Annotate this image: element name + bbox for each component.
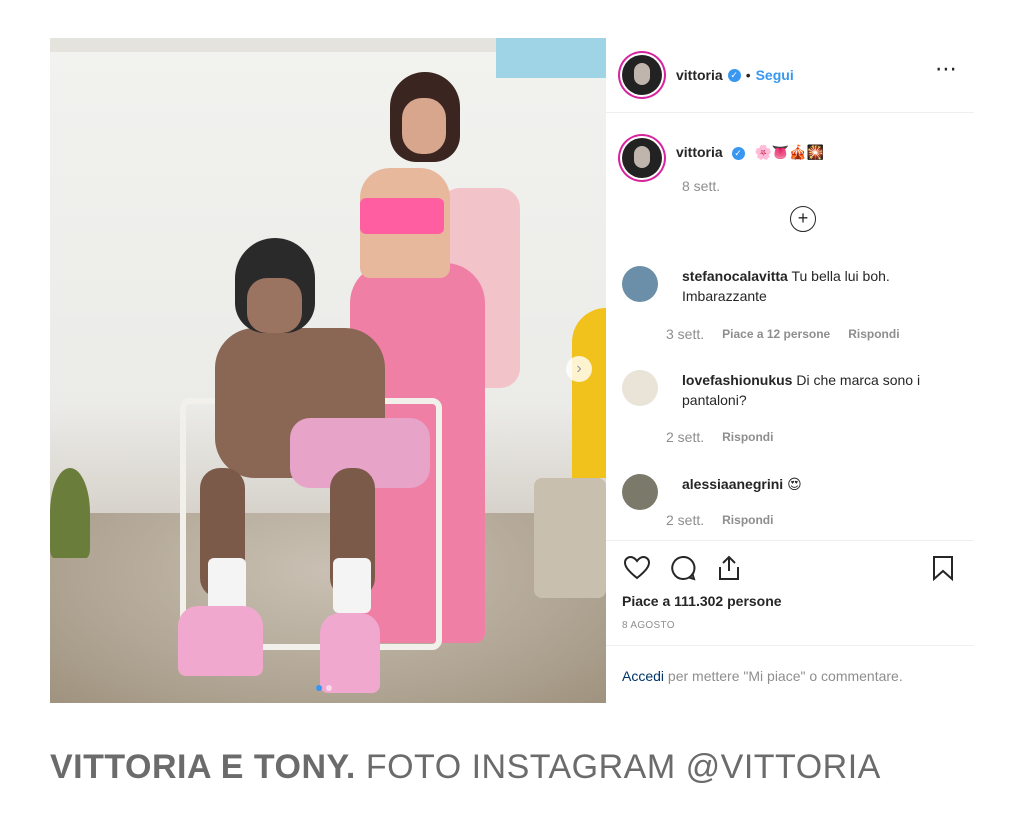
sky [496, 38, 606, 78]
sock-left [208, 558, 246, 613]
reply-button[interactable]: Rispondi [848, 327, 899, 341]
yellow-wall [572, 308, 606, 478]
photo-credit: VITTORIA E TONY. FOTO INSTAGRAM @VITTORI… [50, 748, 881, 787]
comment-avatar[interactable] [622, 266, 658, 302]
plant [50, 468, 90, 558]
comment-meta: 2 sett. Rispondi [666, 429, 773, 445]
post-header: vittoria ✓ • Segui ⋯ [606, 38, 974, 113]
post-actions: Piace a 111.302 persone 8 AGOSTO Accedi … [606, 540, 974, 684]
post-photo[interactable]: › [50, 38, 606, 703]
comment-avatar[interactable] [622, 474, 658, 510]
comment-username[interactable]: lovefashionukus [682, 372, 792, 388]
credit-rest: FOTO INSTAGRAM @VITTORIA [355, 748, 881, 786]
comment-item: stefanocalavitta Tu bella lui boh. Imbar… [622, 266, 962, 306]
more-options-icon[interactable]: ⋯ [935, 56, 958, 82]
separator: • [745, 67, 751, 83]
login-link[interactable]: Accedi [622, 668, 664, 684]
verified-icon: ✓ [731, 146, 745, 160]
comment-meta: 2 sett. Rispondi [666, 512, 773, 528]
likes-count[interactable]: Piace a 111.302 persone [622, 593, 782, 609]
carousel-dots [316, 685, 332, 691]
sock-right [333, 558, 371, 613]
comment-time: 2 sett. [666, 512, 705, 528]
comment-time: 3 sett. [666, 326, 705, 342]
follow-button[interactable]: Segui [756, 67, 794, 83]
avatar[interactable] [622, 55, 662, 95]
share-icon[interactable] [714, 553, 744, 583]
woman-face [402, 98, 446, 154]
comment-username[interactable]: stefanocalavitta [682, 268, 788, 284]
login-text: per mettere "Mi piace" o commentare. [664, 668, 903, 684]
post-panel: vittoria ✓ • Segui ⋯ vittoria ✓ 🌸👅🎪🎇 8 s… [606, 38, 974, 703]
reply-button[interactable]: Rispondi [722, 430, 773, 444]
man-face [247, 278, 302, 333]
comment-item: lovefashionukus Di che marca sono i pant… [622, 370, 962, 410]
expand-comments-icon[interactable]: + [790, 206, 816, 232]
caption-avatar[interactable] [622, 138, 662, 178]
comment-meta: 3 sett. Piace a 12 persone Rispondi [666, 326, 900, 342]
caption: vittoria ✓ 🌸👅🎪🎇 [606, 134, 824, 178]
caption-username[interactable]: vittoria [676, 144, 723, 160]
caption-emojis: 🌸👅🎪🎇 [754, 144, 825, 160]
post-date: 8 AGOSTO [622, 620, 675, 631]
comment-username[interactable]: alessiaanegrini [682, 476, 783, 492]
comment-item: alessiaanegrini 😍 [622, 474, 962, 510]
carousel-dot-active [316, 685, 322, 691]
reply-button[interactable]: Rispondi [722, 513, 773, 527]
comment-avatar[interactable] [622, 370, 658, 406]
credit-bold: VITTORIA E TONY. [50, 748, 356, 786]
caption-time: 8 sett. [682, 178, 721, 194]
verified-icon: ✓ [727, 68, 741, 82]
shoe-right [320, 613, 380, 693]
bookmark-icon[interactable] [928, 553, 958, 583]
login-bar: Accedi per mettere "Mi piace" o commenta… [606, 645, 974, 706]
comment-likes[interactable]: Piace a 12 persone [722, 327, 830, 341]
comment-time: 2 sett. [666, 429, 705, 445]
stone-pot [534, 478, 606, 598]
post-username[interactable]: vittoria [676, 67, 723, 83]
shoe-left [178, 606, 263, 676]
heart-icon[interactable] [622, 553, 652, 583]
carousel-dot [326, 685, 332, 691]
next-image-button[interactable]: › [566, 356, 592, 382]
comment-icon[interactable] [668, 553, 698, 583]
comment-text: 😍 [787, 476, 802, 492]
woman-top [360, 198, 444, 234]
